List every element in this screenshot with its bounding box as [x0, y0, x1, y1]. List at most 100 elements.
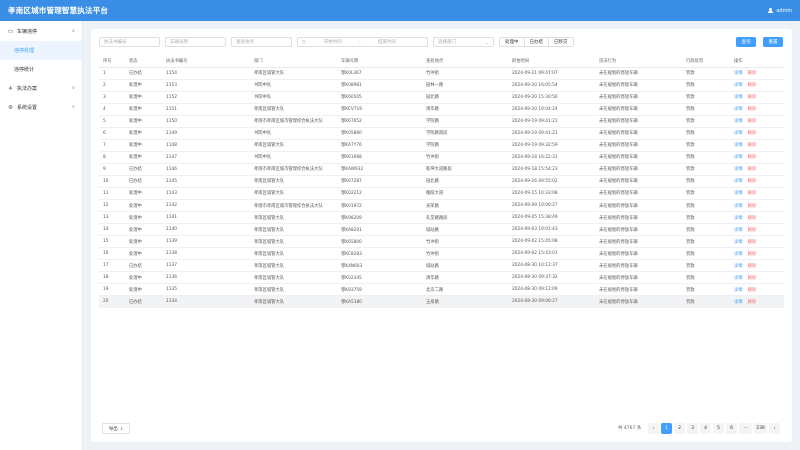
department-select[interactable]: 选择部门 ⌄ — [433, 37, 494, 47]
delete-link[interactable]: 删除 — [748, 131, 757, 136]
table-row[interactable]: 15 处理中 1139 孝南区城管大队 鄂K65800 竹冲街 2024-09-02 15:… — [99, 235, 784, 249]
status-option-processing[interactable]: 处理中 — [499, 37, 525, 47]
delete-link[interactable]: 删除 — [748, 228, 757, 233]
table-row[interactable]: 9 已办结 1146 孝感市孝南区城市管理综合执法大队 鄂KAW932 乾坤大道路段 202… — [99, 163, 784, 176]
table-row[interactable]: 6 处理中 1149 书院中队 鄂K05860 学院路南段 2024-09-19 09:41… — [99, 127, 784, 140]
sidebar-item-parking-handle[interactable]: 违停处理 — [0, 41, 82, 60]
sidebar-item-parking-stats[interactable]: 违停统计 — [0, 60, 82, 79]
table-body: 1 已办结 1154 孝南区城管大队 鄂K0L367 竹冲街 2024-09-21 09:4… — [99, 67, 784, 309]
detail-link[interactable]: 详情 — [734, 167, 743, 172]
table-row[interactable]: 7 处理中 1148 孝南区城管大队 鄂KA7Y76 学院路 2024-09-19 09:3… — [99, 139, 784, 152]
page-button[interactable]: 4 — [700, 423, 711, 434]
detail-link[interactable]: 详情 — [734, 179, 743, 184]
table-row[interactable]: 19 处理中 1135 孝南区城管大队 鄂K93759 北京二路 2024-08-30 09… — [99, 283, 784, 297]
delete-link[interactable]: 删除 — [748, 71, 757, 76]
user-menu[interactable]: admin — [767, 7, 792, 14]
delete-link[interactable]: 删除 — [748, 300, 757, 305]
table-cell: 1141 — [162, 211, 250, 225]
detail-link[interactable]: 详情 — [734, 288, 743, 293]
detail-link[interactable]: 详情 — [734, 71, 743, 76]
delete-link[interactable]: 删除 — [748, 107, 757, 112]
location-input[interactable]: 查处地点 — [231, 37, 292, 47]
start-date-field[interactable]: 开始时间 — [316, 39, 350, 45]
table-row[interactable]: 11 处理中 1143 孝南区城管大队 鄂K02212 槐荫大道 2024-09-15 10… — [99, 187, 784, 201]
detail-link[interactable]: 详情 — [734, 216, 743, 221]
detail-link[interactable]: 详情 — [734, 276, 743, 281]
table-row[interactable]: 12 处理中 1142 孝感市孝南区城市管理综合执法大队 鄂K01972 光荣路 2024-… — [99, 199, 784, 213]
prev-page-button[interactable]: ‹ — [648, 423, 659, 434]
detail-link[interactable]: 详情 — [734, 107, 743, 112]
doc-number-input[interactable]: 执法书编号 — [99, 37, 160, 47]
table-cell: 2024-09-02 15:43:01 — [508, 247, 595, 261]
export-button[interactable]: 导出 ⇩ — [102, 423, 130, 434]
status-option-transferred[interactable]: 已移交 — [549, 37, 574, 47]
page-button[interactable]: 3 — [687, 423, 698, 434]
table-row[interactable]: 3 处理中 1152 书院中队 鄂K60505 园北路 2024-09-20 15:30:5… — [99, 91, 784, 104]
delete-link[interactable]: 删除 — [748, 276, 757, 281]
table-row[interactable]: 10 已办结 1145 孝南区城管大队 鄂K67287 园北路 2024-09-16 09:… — [99, 175, 784, 188]
detail-link[interactable]: 详情 — [734, 204, 743, 209]
delete-link[interactable]: 删除 — [748, 83, 757, 88]
end-date-field[interactable]: 结束时间 — [370, 39, 404, 45]
reset-button[interactable]: 重置 — [763, 37, 783, 47]
table-cell: 2024-08-30 09:37:32 — [508, 271, 595, 285]
delete-link[interactable]: 删除 — [748, 252, 757, 257]
detail-link[interactable]: 详情 — [734, 131, 743, 136]
plate-input[interactable]: 车辆号牌 — [165, 37, 226, 47]
delete-link[interactable]: 删除 — [748, 179, 757, 184]
page-button[interactable]: 2 — [674, 423, 685, 434]
delete-link[interactable]: 删除 — [748, 95, 757, 100]
detail-link[interactable]: 详情 — [734, 155, 743, 160]
sidebar-group-cases[interactable]: ✈ 执法办案 ∨ — [0, 79, 82, 98]
table-row[interactable]: 14 处理中 1140 孝南区城管大队 鄂KA8201 城站路 2024-09-03 10:… — [99, 223, 784, 237]
detail-link[interactable]: 详情 — [734, 300, 743, 305]
table-row[interactable]: 4 处理中 1151 孝南区城管大队 鄂KCV719 清华路 2024-09-20 10:0… — [99, 103, 784, 116]
delete-link[interactable]: 删除 — [748, 155, 757, 160]
table-cell: 鄂KC8283 — [337, 247, 422, 261]
table-cell: 11 — [99, 187, 125, 201]
detail-link[interactable]: 详情 — [734, 264, 743, 269]
table-row[interactable]: 17 已办结 1137 孝南区城管大队 鄂K4N603 城站路 2024-08-30 10:… — [99, 259, 784, 273]
delete-link[interactable]: 删除 — [748, 240, 757, 245]
detail-link[interactable]: 详情 — [734, 95, 743, 100]
table-row[interactable]: 1 已办结 1154 孝南区城管大队 鄂K0L367 竹冲街 2024-09-21 09:4… — [99, 67, 784, 80]
search-button[interactable]: 查询 — [736, 37, 756, 47]
table-row[interactable]: 13 处理中 1141 孝南区城管大队 鄂K98209 孔堂路路段 2024-09-05 1… — [99, 211, 784, 225]
delete-link[interactable]: 删除 — [748, 264, 757, 269]
table-cell: 10 — [99, 175, 125, 188]
sidebar-group-settings[interactable]: ⚙ 系统设置 ∨ — [0, 98, 82, 117]
delete-link[interactable]: 删除 — [748, 204, 757, 209]
page-button[interactable]: 1 — [661, 423, 672, 434]
detail-link[interactable]: 详情 — [734, 228, 743, 233]
next-page-button[interactable]: › — [769, 423, 780, 434]
delete-link[interactable]: 删除 — [748, 119, 757, 124]
detail-link[interactable]: 详情 — [734, 191, 743, 196]
detail-link[interactable]: 详情 — [734, 143, 743, 148]
detail-link[interactable]: 详情 — [734, 240, 743, 245]
sidebar-group-parking[interactable]: ▭ 车辆违停 ∧ — [0, 22, 82, 41]
delete-link[interactable]: 删除 — [748, 167, 757, 172]
detail-link[interactable]: 详情 — [734, 252, 743, 257]
table-cell: 鄂KA7Y76 — [337, 139, 422, 152]
delete-link[interactable]: 删除 — [748, 216, 757, 221]
table-row[interactable]: 20 已办结 1134 孝南区城管大队 鄂KA5180 玉泉路 2024-08-30 09:… — [99, 295, 784, 309]
page-button[interactable]: ··· — [739, 423, 752, 434]
status-option-closed[interactable]: 已办结 — [524, 37, 549, 47]
detail-link[interactable]: 详情 — [734, 83, 743, 88]
delete-link[interactable]: 删除 — [748, 191, 757, 196]
table-cell: 孝南区城管大队 — [250, 67, 337, 80]
delete-link[interactable]: 删除 — [748, 288, 757, 293]
table-cell: 6 — [99, 127, 125, 140]
page-button[interactable]: 5 — [713, 423, 724, 434]
table-row[interactable]: 18 处理中 1136 孝南区城管大队 鄂K02345 清华路 2024-08-30 09:… — [99, 271, 784, 285]
table-row[interactable]: 16 处理中 1138 孝南区城管大队 鄂KC8283 竹冲街 2024-09-02 15:… — [99, 247, 784, 261]
delete-link[interactable]: 删除 — [748, 143, 757, 148]
date-range-picker[interactable]: ◷ 开始时间 - 结束时间 — [297, 37, 428, 47]
table-row[interactable]: 2 处理中 1153 书院中队 鄂K08981 园林一路 2024-09-20 16:05:… — [99, 79, 784, 92]
table-cell: 1151 — [162, 103, 250, 116]
table-row[interactable]: 8 处理中 1147 书院中队 鄂K61668 竹冲街 2024-09-18 16:22:3… — [99, 151, 784, 164]
page-button[interactable]: 239 — [754, 423, 767, 434]
table-row[interactable]: 5 处理中 1150 孝感市孝南区城市管理综合执法大队 鄂K67652 学院路 2024-0… — [99, 115, 784, 128]
detail-link[interactable]: 详情 — [734, 119, 743, 124]
page-button[interactable]: 6 — [726, 423, 737, 434]
